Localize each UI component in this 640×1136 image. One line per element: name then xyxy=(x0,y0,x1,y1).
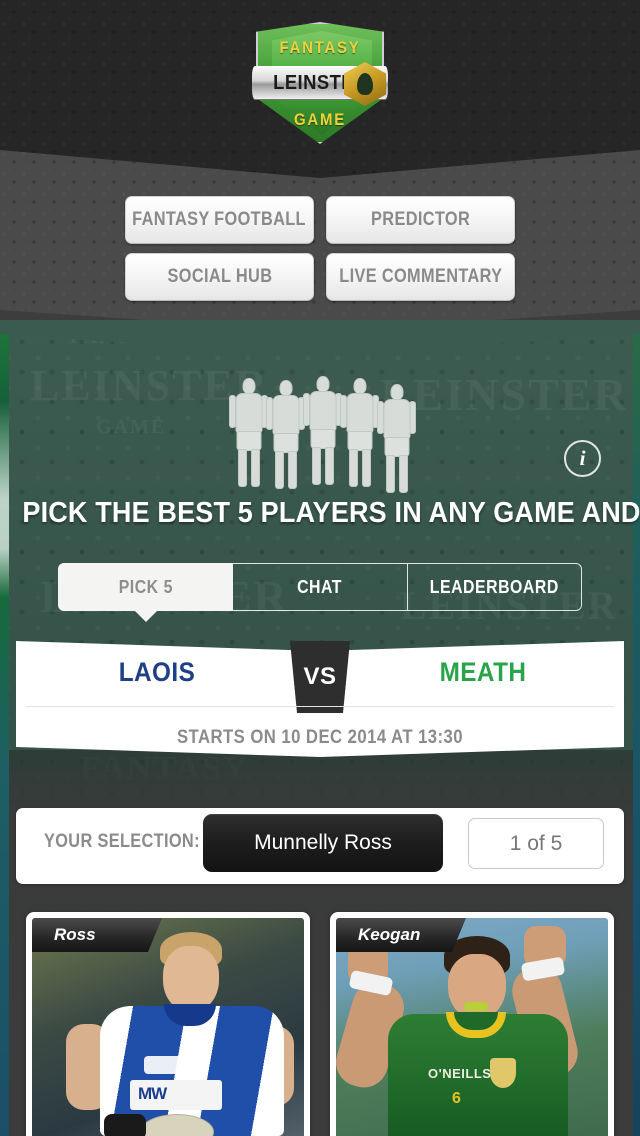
nav-label-social-hub: SOCIAL HUB xyxy=(167,266,272,287)
silhouette-4 xyxy=(340,378,379,488)
player-card-keogan[interactable]: O'NEILLS 6 Keogan xyxy=(330,912,614,1136)
silhouette-5 xyxy=(377,384,416,493)
nav-row-1: FANTASY FOOTBALL PREDICTOR xyxy=(0,196,640,244)
player-name-ross: Ross xyxy=(54,925,96,944)
player-photo-ross: 10 MW Ross xyxy=(32,918,304,1136)
tab-bar: PICK 5 CHAT LEADERBOARD xyxy=(58,563,582,611)
silhouette-3 xyxy=(303,376,342,488)
player-name-keogan: Keogan xyxy=(358,925,421,944)
ross-gaa-badge xyxy=(144,1056,184,1074)
app-logo[interactable]: FANTASY LEINSTER GAME xyxy=(248,22,392,144)
nav-row-2: SOCIAL HUB LIVE COMMENTARY xyxy=(0,253,640,301)
keogan-mouthguard xyxy=(464,1002,488,1011)
info-glyph: i xyxy=(579,446,586,470)
player-photo-keogan: O'NEILLS 6 Keogan xyxy=(336,918,608,1136)
keogan-county-crest xyxy=(490,1058,516,1088)
info-icon[interactable]: i xyxy=(564,440,601,477)
logo-bottom-text: GAME xyxy=(294,110,346,129)
fixture-away-team[interactable]: MEATH xyxy=(380,657,587,688)
tab-label-pick-5: PICK 5 xyxy=(118,576,173,597)
app-screen: FANTASY LEINSTER GAME FANTASY FOOTBALL P… xyxy=(0,0,640,1136)
tab-leaderboard[interactable]: LEADERBOARD xyxy=(407,563,582,611)
fixture-vs-badge: VS xyxy=(290,641,350,713)
hero-tagline: PICK THE BEST 5 PLAYERS IN ANY GAME AND … xyxy=(22,497,640,529)
tab-pick-5[interactable]: PICK 5 xyxy=(58,563,234,611)
nav-button-predictor[interactable]: PREDICTOR xyxy=(326,196,515,244)
watermark-0: FANTASY xyxy=(70,326,176,348)
player-name-tag-keogan: Keogan xyxy=(336,918,466,952)
player-silhouettes xyxy=(229,376,416,493)
nav-buttons: FANTASY FOOTBALL PREDICTOR SOCIAL HUB LI… xyxy=(0,196,640,310)
logo-top-text: FANTASY xyxy=(279,38,361,57)
ross-sponsor-patch: MW xyxy=(130,1080,222,1110)
nav-button-live-commentary[interactable]: LIVE COMMENTARY xyxy=(326,253,515,301)
nav-label-live-commentary: LIVE COMMENTARY xyxy=(338,266,503,287)
fixture-vs-label: VS xyxy=(303,663,337,690)
selection-count-box[interactable]: 1 of 5 xyxy=(468,818,604,869)
keogan-jersey-number: 6 xyxy=(452,1090,461,1107)
silhouette-2 xyxy=(266,380,305,489)
tab-label-leaderboard: LEADERBOARD xyxy=(429,576,559,597)
player-name-tag-ross: Ross xyxy=(32,918,162,952)
selected-player-button[interactable]: Munnelly Ross xyxy=(203,814,443,872)
ross-glove xyxy=(104,1114,146,1136)
tab-chat[interactable]: CHAT xyxy=(233,563,408,611)
selection-count-label: 1 of 5 xyxy=(509,831,563,855)
nav-label-predictor: PREDICTOR xyxy=(370,209,471,230)
fixture-home-team[interactable]: LAOIS xyxy=(54,657,261,688)
nav-label-fantasy-football: FANTASY FOOTBALL xyxy=(132,209,307,230)
ross-sponsor-text: MW xyxy=(138,1084,167,1103)
tab-label-chat: CHAT xyxy=(297,576,343,597)
ross-face xyxy=(163,946,219,1012)
player-card-ross[interactable]: 10 MW Ross xyxy=(26,912,310,1136)
player-card-list: 10 MW Ross O'NEILLS 6 Keogan xyxy=(0,912,640,1136)
selected-player-name: Munnelly Ross xyxy=(254,831,392,854)
fixture-divider xyxy=(26,706,614,707)
fixture-start-time: STARTS ON 10 DEC 2014 AT 13:30 xyxy=(176,727,464,748)
keogan-sponsor-text: O'NEILLS xyxy=(428,1066,492,1081)
silhouette-1 xyxy=(229,378,268,488)
selection-label: YOUR SELECTION: xyxy=(44,831,200,852)
nav-button-fantasy-football[interactable]: FANTASY FOOTBALL xyxy=(125,196,314,244)
ross-jersey-number: 10 xyxy=(188,1052,207,1071)
watermark-3: LEINSTER xyxy=(380,369,629,420)
watermark-2: GAME xyxy=(96,416,167,438)
nav-button-social-hub[interactable]: SOCIAL HUB xyxy=(125,253,314,301)
